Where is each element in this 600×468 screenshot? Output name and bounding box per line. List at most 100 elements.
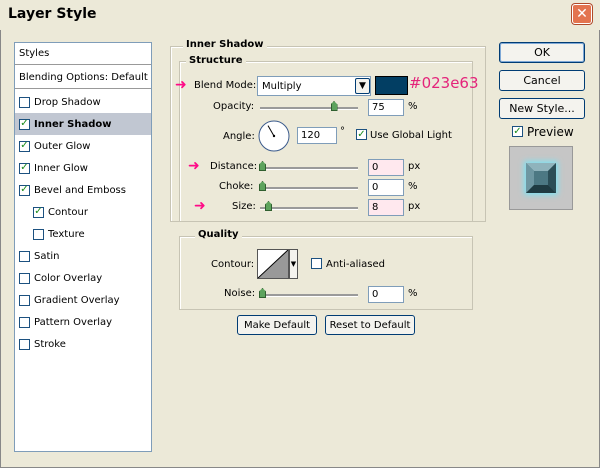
style-item-label: Color Overlay [34, 272, 103, 284]
style-item-inner-shadow[interactable]: ✓ Inner Shadow [15, 113, 151, 135]
window-title: Layer Style [8, 6, 97, 22]
opacity-slider-track[interactable] [260, 107, 358, 110]
contour-preview[interactable] [257, 249, 289, 279]
style-checkbox[interactable] [19, 338, 30, 350]
degree-symbol: ° [340, 126, 345, 137]
style-item-texture[interactable]: Texture [15, 223, 151, 245]
style-checkbox[interactable]: ✓ [19, 140, 30, 152]
style-checkbox[interactable]: ✓ [19, 184, 30, 196]
cancel-button[interactable]: Cancel [499, 70, 585, 91]
preview-swatch-icon [524, 161, 558, 195]
shadow-color-swatch[interactable] [375, 76, 408, 95]
anti-aliased-checkbox[interactable] [311, 258, 322, 269]
checkmark-icon: ✓ [357, 128, 366, 140]
checkmark-icon: ✓ [513, 125, 522, 137]
style-item-label: Contour [48, 206, 88, 218]
style-item-bevel-and-emboss[interactable]: ✓ Bevel and Emboss [15, 179, 151, 201]
choke-slider-track[interactable] [260, 187, 358, 190]
use-global-light-label: Use Global Light [370, 130, 452, 141]
noise-slider-track[interactable] [260, 294, 358, 297]
style-item-contour[interactable]: ✓ Contour [15, 201, 151, 223]
annotation-arrow-icon: ➜ [194, 198, 206, 214]
checkmark-icon: ✓ [20, 162, 29, 173]
noise-unit: % [408, 288, 418, 299]
anti-aliased-label: Anti-aliased [326, 259, 386, 270]
preview-label: Preview [527, 125, 574, 139]
style-item-label: Drop Shadow [34, 96, 101, 108]
style-checkbox[interactable]: ✓ [33, 206, 44, 218]
blending-options-item[interactable]: Blending Options: Default [15, 67, 151, 89]
checkmark-icon: ✓ [20, 140, 29, 151]
style-item-drop-shadow[interactable]: Drop Shadow [15, 91, 151, 113]
annotation-arrow-icon: ➜ [188, 158, 200, 174]
style-item-label: Outer Glow [34, 140, 91, 152]
blend-mode-select[interactable]: Multiply [257, 76, 371, 96]
style-item-color-overlay[interactable]: Color Overlay [15, 267, 151, 289]
preview-checkbox[interactable]: ✓ [512, 126, 523, 137]
style-item-label: Stroke [34, 338, 66, 350]
opacity-unit: % [408, 101, 418, 112]
style-item-label: Inner Shadow [34, 118, 112, 130]
style-checkbox[interactable] [33, 228, 44, 240]
choke-label: Choke: [219, 181, 254, 192]
inner-shadow-title: Inner Shadow [183, 39, 267, 50]
angle-dial[interactable] [258, 120, 290, 152]
quality-title: Quality [195, 229, 242, 240]
preview-thumbnail [509, 146, 573, 210]
style-checkbox[interactable] [19, 96, 30, 108]
contour-label: Contour: [211, 259, 255, 270]
distance-slider-track[interactable] [260, 167, 358, 170]
noise-input[interactable]: 0 [368, 286, 404, 303]
use-global-light-checkbox[interactable]: ✓ [356, 129, 367, 140]
contour-linear-icon [257, 249, 289, 279]
styles-header[interactable]: Styles [15, 43, 151, 65]
angle-input[interactable]: 120 [297, 127, 337, 144]
distance-input[interactable]: 0 [368, 159, 404, 176]
blend-mode-label: Blend Mode: [194, 80, 257, 91]
style-checkbox[interactable] [19, 294, 30, 306]
opacity-input[interactable]: 75 [368, 99, 404, 116]
style-item-label: Gradient Overlay [34, 294, 120, 306]
angle-dial-icon [258, 120, 290, 152]
style-item-pattern-overlay[interactable]: Pattern Overlay [15, 311, 151, 333]
style-item-inner-glow[interactable]: ✓ Inner Glow [15, 157, 151, 179]
close-button[interactable]: ✕ [572, 4, 592, 24]
style-item-stroke[interactable]: Stroke [15, 333, 151, 355]
style-item-outer-glow[interactable]: ✓ Outer Glow [15, 135, 151, 157]
choke-unit: % [408, 181, 418, 192]
blending-options-label: Blending Options: Default [19, 72, 148, 83]
size-input[interactable]: 8 [368, 199, 404, 216]
reset-to-default-button[interactable]: Reset to Default [325, 315, 415, 335]
size-slider-track[interactable] [260, 207, 358, 210]
styles-header-label: Styles [19, 48, 50, 59]
style-checkbox[interactable] [19, 250, 30, 262]
contour-dropdown-button[interactable]: ▼ [289, 249, 298, 279]
style-checkbox[interactable]: ✓ [19, 118, 30, 130]
blend-mode-dropdown-button[interactable]: ▼ [355, 78, 370, 94]
angle-label: Angle: [223, 131, 255, 142]
checkmark-icon: ✓ [20, 184, 29, 195]
style-checkbox[interactable] [19, 316, 30, 328]
noise-label: Noise: [224, 288, 256, 299]
blend-mode-value: Multiply [262, 81, 302, 92]
style-item-satin[interactable]: Satin [15, 245, 151, 267]
chevron-down-icon: ▼ [359, 81, 366, 91]
new-style-button[interactable]: New Style... [499, 98, 585, 119]
style-item-gradient-overlay[interactable]: Gradient Overlay [15, 289, 151, 311]
style-checkbox[interactable]: ✓ [19, 162, 30, 174]
opacity-label: Opacity: [213, 101, 255, 112]
make-default-button[interactable]: Make Default [237, 315, 317, 335]
structure-title: Structure [186, 55, 246, 66]
annotation-arrow-icon: ➜ [175, 77, 187, 93]
styles-list: Styles Blending Options: Default Drop Sh… [14, 42, 152, 452]
style-item-label: Pattern Overlay [34, 316, 113, 328]
style-item-label: Satin [34, 250, 60, 262]
size-unit: px [408, 201, 421, 212]
style-item-label: Bevel and Emboss [34, 184, 126, 196]
checkmark-icon: ✓ [20, 118, 29, 129]
checkmark-icon: ✓ [34, 206, 43, 217]
style-checkbox[interactable] [19, 272, 30, 284]
close-icon: ✕ [576, 6, 588, 22]
choke-input[interactable]: 0 [368, 179, 404, 196]
ok-button[interactable]: OK [499, 42, 585, 63]
